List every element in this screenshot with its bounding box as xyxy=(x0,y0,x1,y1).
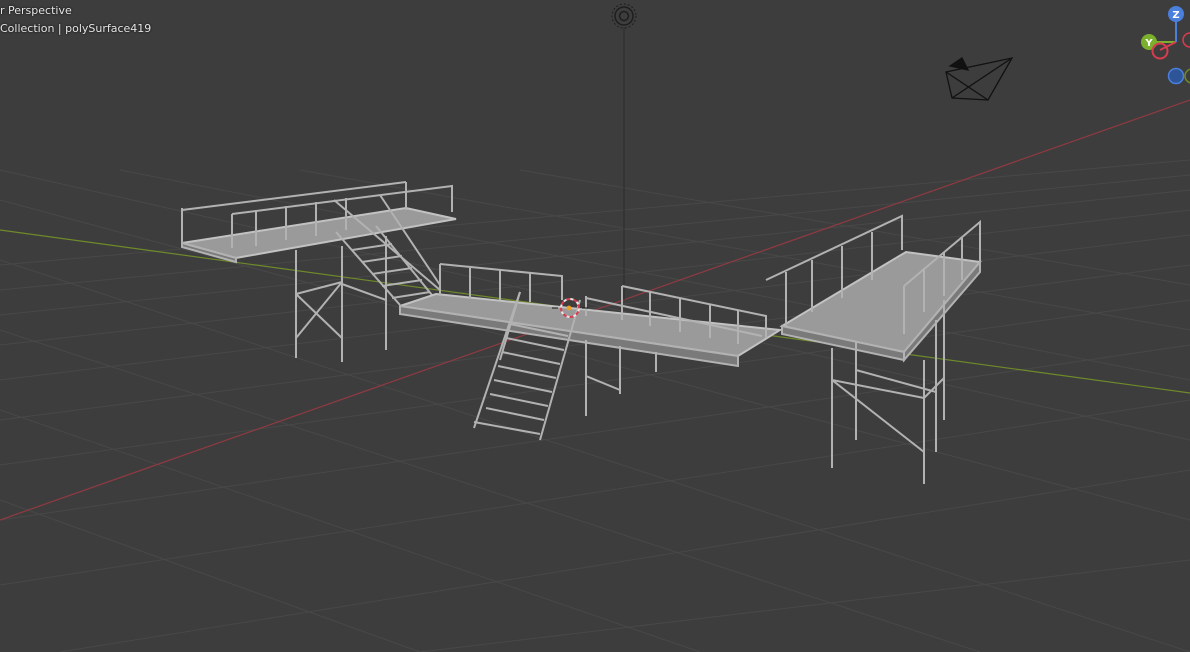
viewport-canvas[interactable] xyxy=(0,0,1190,652)
negative-z-axis-handle[interactable] xyxy=(1167,67,1185,85)
y-axis-handle[interactable]: Y xyxy=(1141,34,1157,50)
stair-platform-model[interactable] xyxy=(181,181,982,484)
negative-x-axis-handle[interactable] xyxy=(1151,42,1169,60)
camera-object[interactable] xyxy=(945,57,1014,101)
view-name-label: r Perspective xyxy=(0,4,72,17)
3d-viewport[interactable]: r Perspective Collection | polySurface41… xyxy=(0,0,1190,652)
floor-grid xyxy=(0,159,1190,652)
z-axis-handle[interactable]: Z xyxy=(1168,6,1184,22)
navigation-gizmo[interactable]: Z Y xyxy=(1136,0,1190,90)
light-object[interactable] xyxy=(611,3,637,300)
x-axis-handle-partial[interactable] xyxy=(1182,32,1190,48)
collection-object-label: Collection | polySurface419 xyxy=(0,22,152,35)
negative-y-axis-handle-partial[interactable] xyxy=(1184,68,1190,84)
svg-text:Y: Y xyxy=(1144,38,1153,49)
svg-text:Z: Z xyxy=(1172,10,1179,21)
